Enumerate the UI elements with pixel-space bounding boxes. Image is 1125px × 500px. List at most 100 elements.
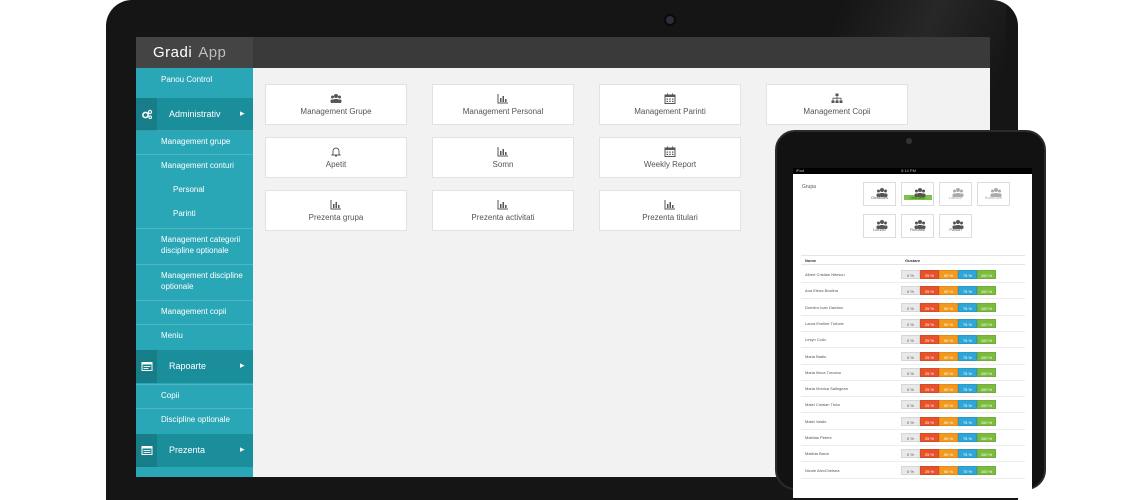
rating-option[interactable]: 100 % xyxy=(977,416,996,426)
dashboard-tile[interactable]: Somn xyxy=(432,137,574,178)
rating-option[interactable]: 75 % xyxy=(958,384,977,394)
rating-option[interactable]: 25 % xyxy=(920,286,939,296)
rating-option[interactable]: 0 % xyxy=(901,433,920,442)
rating-option[interactable]: 75 % xyxy=(958,433,977,442)
rating-option[interactable]: 50 % xyxy=(939,302,958,312)
rating-option[interactable]: 50 % xyxy=(939,449,958,459)
dashboard-tile[interactable]: Management Grupe xyxy=(265,84,407,125)
rating-option[interactable]: 0 % xyxy=(901,367,920,377)
bar-chart-icon xyxy=(497,93,509,104)
sidebar-item[interactable]: Meniu xyxy=(136,330,253,346)
rating-option[interactable]: 0 % xyxy=(901,335,920,345)
dashboard-tile[interactable]: Management Copii xyxy=(766,84,908,125)
rating-option[interactable]: 0 % xyxy=(901,351,920,361)
rating-option[interactable]: 0 % xyxy=(901,449,920,459)
rating-option[interactable]: 100 % xyxy=(977,318,996,328)
group-button[interactable]: Fluturasi xyxy=(901,214,934,238)
rating-option[interactable]: 0 % xyxy=(901,384,920,394)
sidebar-item[interactable]: Rapoarte ▸ xyxy=(136,350,253,383)
group-button[interactable]: Licurici xyxy=(863,214,896,238)
sidebar-item[interactable]: Parinti xyxy=(136,208,253,224)
rating-option[interactable]: 100 % xyxy=(977,465,996,475)
sidebar-item[interactable]: Copii xyxy=(136,390,253,406)
rating-option[interactable]: 75 % xyxy=(958,286,977,296)
rating-option[interactable]: 50 % xyxy=(939,286,958,296)
rating-option[interactable]: 25 % xyxy=(920,465,939,475)
group-button[interactable]: Ursuletii xyxy=(901,182,934,206)
rating-option[interactable]: 50 % xyxy=(939,465,958,475)
rating-option[interactable]: 0 % xyxy=(901,416,920,426)
rating-option[interactable]: 0 % xyxy=(901,270,920,279)
rating-option[interactable]: 100 % xyxy=(977,400,996,410)
sidebar-item-label: Parinti xyxy=(173,209,196,218)
sidebar-item[interactable]: Panou Control xyxy=(136,74,253,94)
rating-option[interactable]: 25 % xyxy=(920,400,939,410)
rating-option[interactable]: 50 % xyxy=(939,384,958,394)
rating-option[interactable]: 100 % xyxy=(977,449,996,459)
rating-option[interactable]: 25 % xyxy=(920,351,939,361)
group-button[interactable]: Buburuze xyxy=(977,182,1010,206)
group-button[interactable]: Girasoles xyxy=(863,182,896,206)
dashboard-tile[interactable]: Management Parinti xyxy=(599,84,741,125)
rating-option[interactable]: 25 % xyxy=(920,384,939,394)
group-button[interactable]: Puisori xyxy=(939,214,972,238)
sidebar-item[interactable]: Management conturi xyxy=(136,160,253,176)
rating-option[interactable]: 50 % xyxy=(939,433,958,442)
rating-option[interactable]: 25 % xyxy=(920,433,939,442)
rating-option[interactable]: 100 % xyxy=(977,270,996,279)
rating-option[interactable]: 25 % xyxy=(920,367,939,377)
rating-option[interactable]: 75 % xyxy=(958,318,977,328)
rating-option[interactable]: 75 % xyxy=(958,416,977,426)
rating-option[interactable]: 0 % xyxy=(901,400,920,410)
sidebar-item[interactable]: Management grupe xyxy=(136,136,253,152)
dashboard-tile[interactable]: Management Personal xyxy=(432,84,574,125)
rating-option[interactable]: 25 % xyxy=(920,416,939,426)
rating-option[interactable]: 50 % xyxy=(939,335,958,345)
rating-option[interactable]: 75 % xyxy=(958,367,977,377)
rating-option[interactable]: 75 % xyxy=(958,465,977,475)
rating-option[interactable]: 50 % xyxy=(939,416,958,426)
rating-option[interactable]: 50 % xyxy=(939,367,958,377)
rating-option[interactable]: 0 % xyxy=(901,302,920,312)
dashboard-tile[interactable]: Prezenta grupa xyxy=(265,190,407,231)
rating-option[interactable]: 100 % xyxy=(977,384,996,394)
rating-option[interactable]: 50 % xyxy=(939,400,958,410)
sidebar-item[interactable]: Prezenta ▸ xyxy=(136,434,253,467)
rating-option[interactable]: 0 % xyxy=(901,286,920,296)
rating-option[interactable]: 50 % xyxy=(939,351,958,361)
rating-option[interactable]: 100 % xyxy=(977,302,996,312)
sidebar-item[interactable]: Administrativ ▸ xyxy=(136,98,253,131)
dashboard-tile[interactable]: Prezenta activitati xyxy=(432,190,574,231)
rating-option[interactable]: 50 % xyxy=(939,270,958,279)
rating-option[interactable]: 0 % xyxy=(901,465,920,475)
rating-option[interactable]: 25 % xyxy=(920,318,939,328)
rating-option[interactable]: 75 % xyxy=(958,270,977,279)
rating-option[interactable]: 0 % xyxy=(901,318,920,328)
rating-option[interactable]: 50 % xyxy=(939,318,958,328)
rating-option[interactable]: 25 % xyxy=(920,449,939,459)
sidebar-item[interactable]: Management discipline optionale xyxy=(136,270,253,294)
sidebar-item[interactable]: Management copii xyxy=(136,306,253,322)
sidebar-item[interactable]: Discipline optionale xyxy=(136,414,253,430)
rating-option[interactable]: 75 % xyxy=(958,335,977,345)
column-header-gustare: Gustare xyxy=(905,258,921,263)
rating-option[interactable]: 25 % xyxy=(920,335,939,345)
rating-option[interactable]: 100 % xyxy=(977,367,996,377)
rating-option[interactable]: 100 % xyxy=(977,351,996,361)
rating-option[interactable]: 100 % xyxy=(977,335,996,345)
rating-option[interactable]: 75 % xyxy=(958,400,977,410)
rating-option[interactable]: 75 % xyxy=(958,351,977,361)
rating-option[interactable]: 100 % xyxy=(977,286,996,296)
dashboard-tile[interactable]: Weekly Report xyxy=(599,137,741,178)
brand-logo[interactable]: Gradi App xyxy=(136,37,253,68)
dashboard-tile[interactable]: Apetit xyxy=(265,137,407,178)
rating-option[interactable]: 75 % xyxy=(958,449,977,459)
dashboard-tile[interactable]: Prezenta titulari xyxy=(599,190,741,231)
rating-option[interactable]: 25 % xyxy=(920,270,939,279)
rating-option[interactable]: 100 % xyxy=(977,433,996,442)
group-button[interactable]: Libelule xyxy=(939,182,972,206)
rating-option[interactable]: 25 % xyxy=(920,302,939,312)
sidebar-item[interactable]: Personal xyxy=(136,184,253,200)
sidebar-item[interactable]: Management categorii discipline optional… xyxy=(136,234,253,258)
rating-option[interactable]: 75 % xyxy=(958,302,977,312)
